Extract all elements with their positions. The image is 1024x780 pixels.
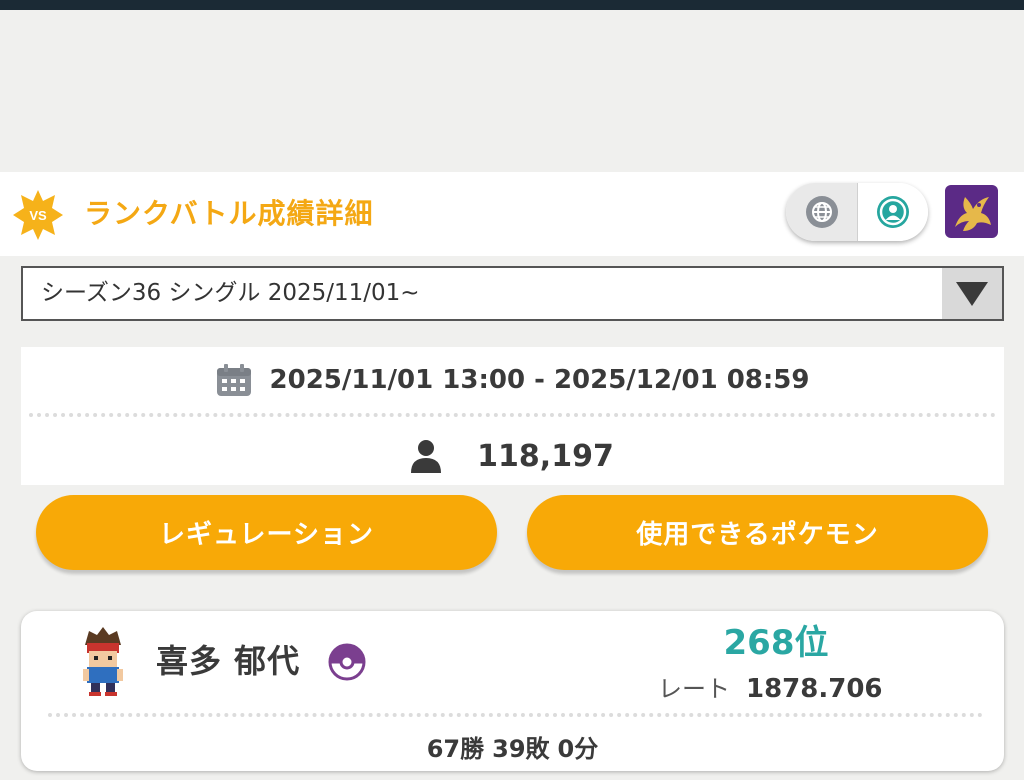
- season-select-value: シーズン36 シングル 2025/11/01~: [41, 280, 420, 306]
- player-name: 喜多 郁代: [156, 642, 301, 680]
- player-rank: 268位: [723, 623, 829, 663]
- regulation-button[interactable]: レギュレーション: [36, 495, 497, 570]
- trainer-avatar-icon: [83, 627, 123, 696]
- vs-badge-icon: VS: [13, 190, 63, 240]
- player-count-row: 118,197: [21, 433, 1004, 479]
- usable-pokemon-button[interactable]: 使用できるポケモン: [527, 495, 988, 570]
- global-toggle-button[interactable]: [786, 183, 857, 241]
- season-select[interactable]: シーズン36 シングル 2025/11/01~: [21, 266, 1004, 321]
- draws: 0分: [557, 735, 599, 763]
- losses: 39敗: [492, 735, 550, 763]
- status-bar-strip: [0, 0, 1024, 10]
- season-info-card: 2025/11/01 13:00 - 2025/12/01 08:59 118,…: [21, 347, 1004, 485]
- season-period: 2025/11/01 13:00 - 2025/12/01 08:59: [269, 365, 810, 395]
- player-count: 118,197: [477, 438, 614, 474]
- win-loss-record: 67勝 39敗 0分: [21, 729, 1004, 769]
- player-result-card[interactable]: 喜多 郁代 268位 レート 1878.706 67勝 39敗 0分: [21, 611, 1004, 771]
- legendary-dragon-icon[interactable]: [945, 185, 998, 238]
- card-divider: [48, 713, 983, 717]
- master-ball-icon: [328, 643, 366, 681]
- rate-value: 1878.706: [746, 674, 883, 704]
- top-blank-area: [0, 10, 1024, 172]
- personal-toggle-button[interactable]: [858, 183, 928, 241]
- person-icon: [411, 440, 442, 473]
- view-toggle[interactable]: [786, 183, 928, 241]
- season-period-row: 2025/11/01 13:00 - 2025/12/01 08:59: [21, 357, 1004, 403]
- user-circle-icon: [877, 196, 909, 228]
- page-title: ランクバトル成績詳細: [84, 197, 374, 230]
- vs-badge-text: VS: [29, 208, 47, 223]
- triangle-down-icon: [956, 281, 988, 306]
- calendar-icon: [216, 364, 251, 396]
- wins: 67勝: [426, 735, 485, 763]
- info-divider: [29, 413, 996, 417]
- globe-icon: [805, 196, 838, 228]
- season-dropdown-button[interactable]: [942, 268, 1002, 319]
- rate-label: レート: [658, 675, 730, 703]
